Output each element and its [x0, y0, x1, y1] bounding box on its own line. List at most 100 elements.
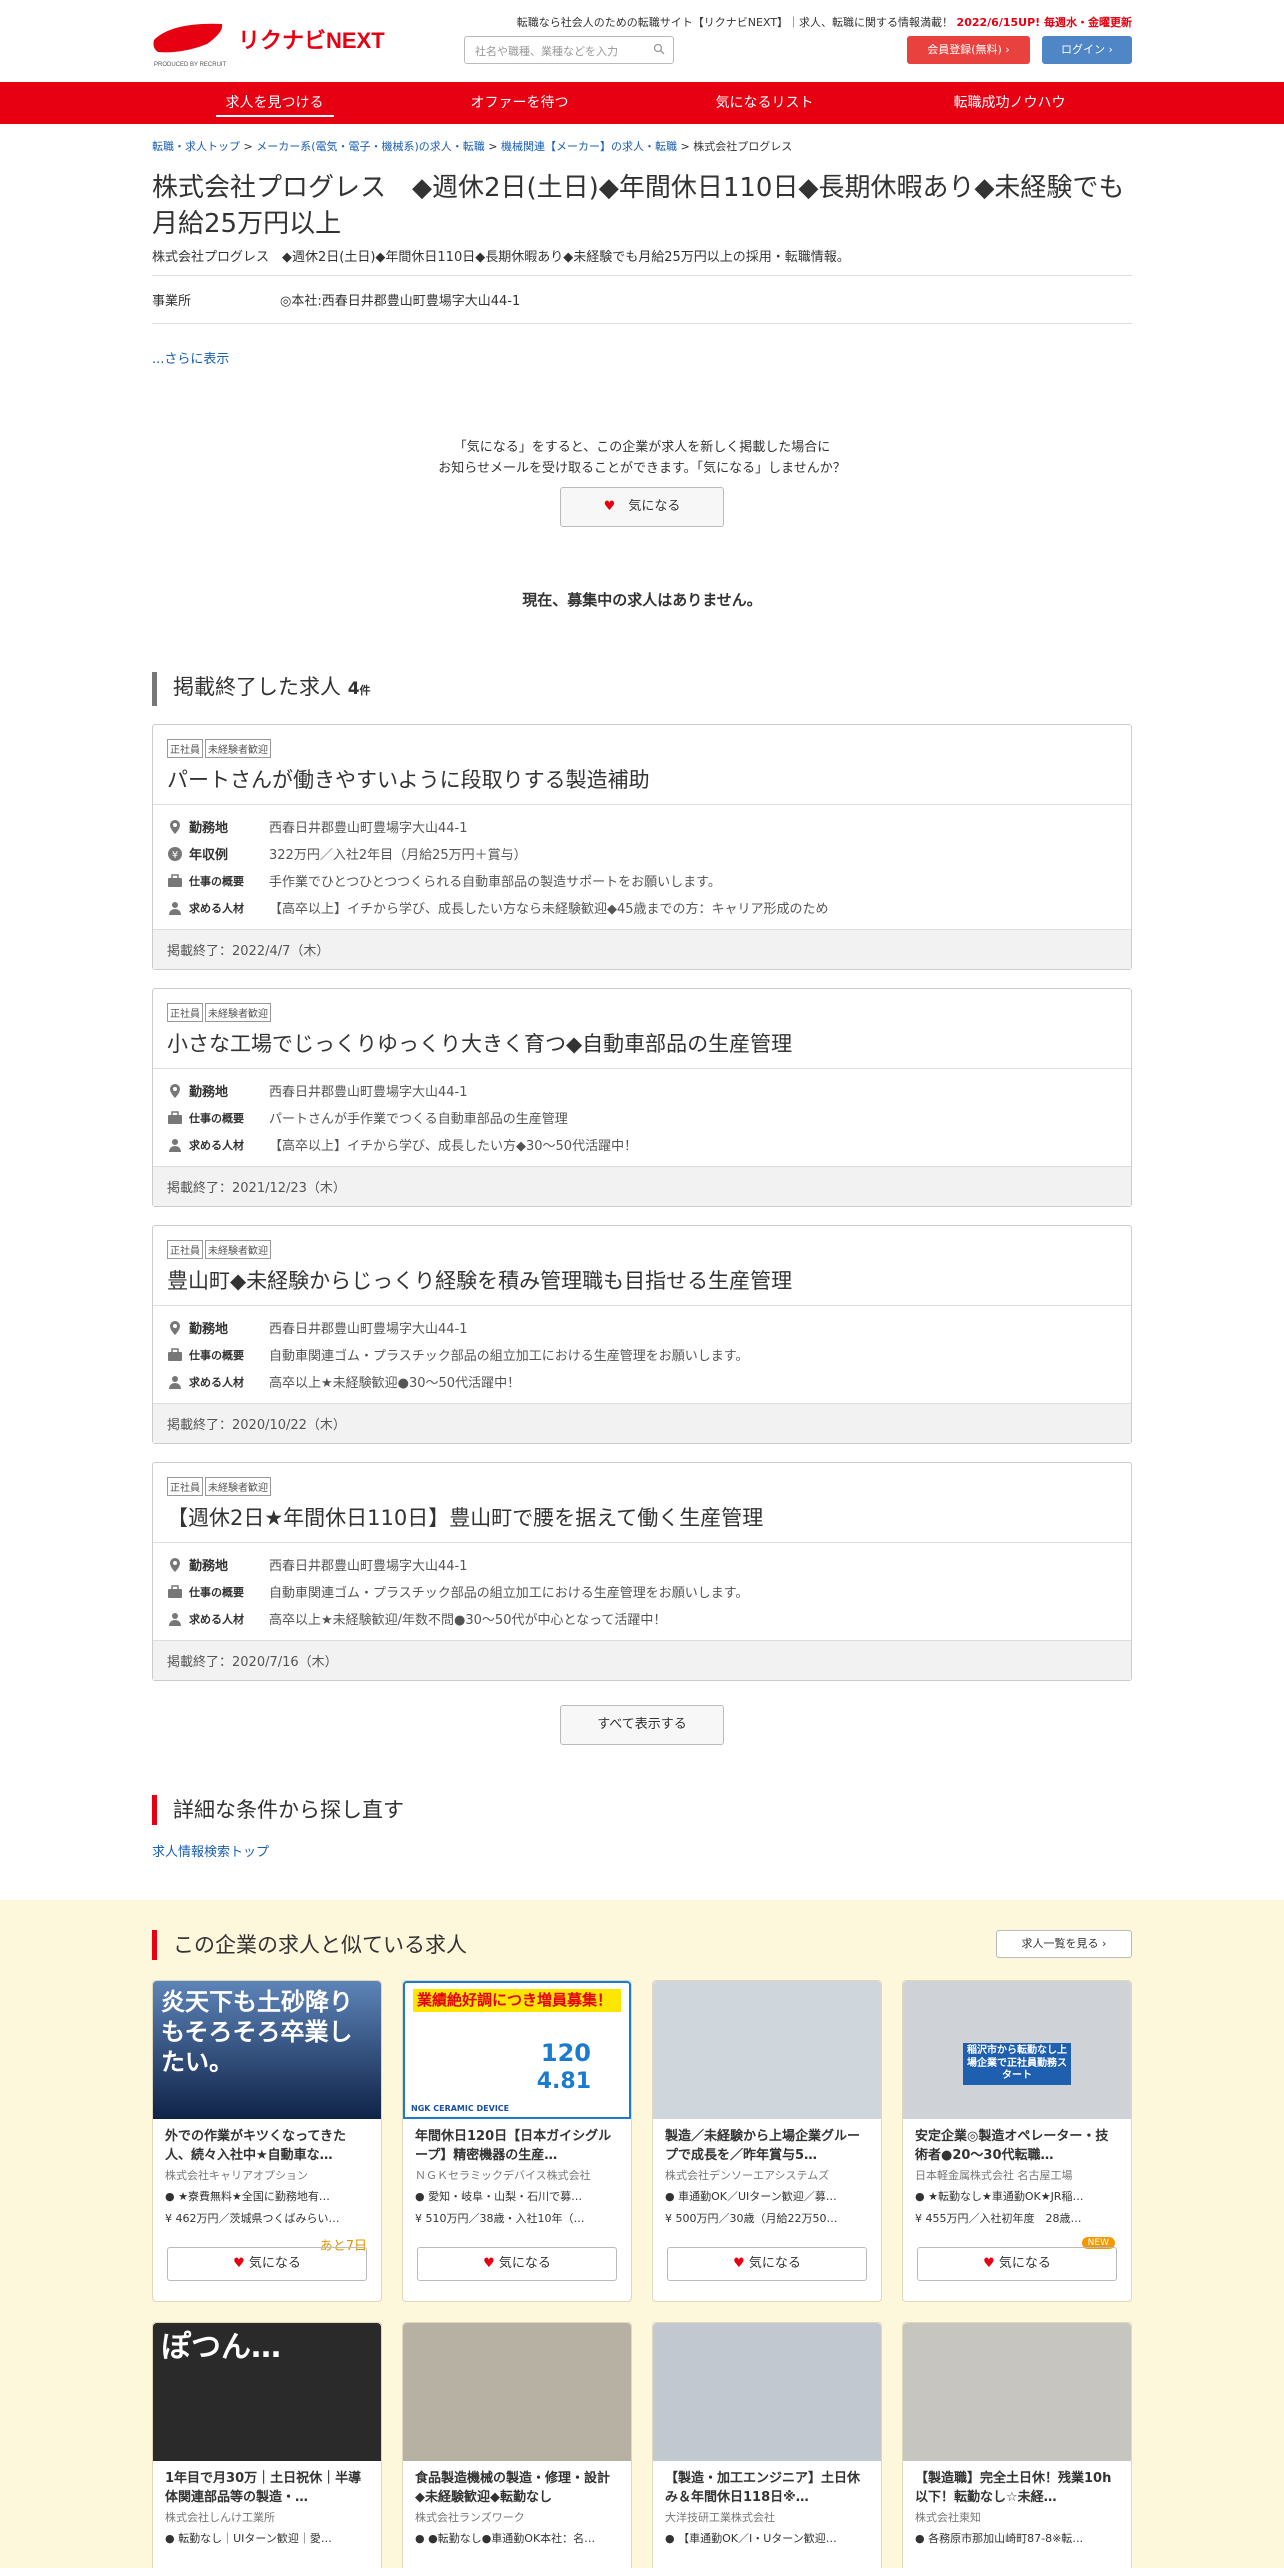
no-jobs-message: 現在、募集中の求人はありません。 — [522, 591, 762, 609]
briefcase-icon — [167, 873, 183, 889]
similar-job-card[interactable]: 業績絶好調につき増員募集！ 120 4.81 NGK CERAMIC DEVICE 年間… — [402, 1980, 632, 2302]
breadcrumb-top[interactable]: 転職・求人トップ — [152, 140, 240, 153]
similar-job-title[interactable]: 外での作業がキツくなってきた人、続々入社中★自動車な… — [153, 2119, 381, 2165]
job-info-label: 仕事の概要 — [189, 874, 244, 888]
photo-caption: ぽつん… — [161, 2330, 281, 2365]
briefcase-icon — [167, 1584, 183, 1600]
nav-wait-offers[interactable]: オファーを待つ — [397, 82, 642, 124]
favorite-button[interactable]: ♥ 気になる — [560, 487, 724, 527]
similar-job-card[interactable]: 食品製造機械の製造・修理・設計◆未経験歓迎◆転勤なし 株式会社ランズワーク ● ●転… — [402, 2322, 632, 2568]
similar-job-card[interactable]: 製造／未経験から上場企業グループで成長を／昨年賞与5… 株式会社デンソーエアシステ… — [652, 1980, 882, 2302]
favorite-button[interactable]: ♥ 気になる — [167, 2247, 367, 2281]
similar-job-title[interactable]: 食品製造機械の製造・修理・設計◆未経験歓迎◆転勤なし — [403, 2461, 631, 2507]
job-info-value: 高卒以上★未経験歓迎/年数不問●30～50代が中心となって活躍中！ — [269, 1613, 667, 1628]
similar-company: 株式会社しんけ工業所 — [165, 2511, 275, 2524]
similar-salary: ¥ 455万円／入社初年度 28歳… — [903, 2207, 1131, 2229]
job-end-date: 掲載終了：2020/10/22（木） — [153, 1403, 1131, 1443]
search-placeholder: 社名や職種、業種などを入力 — [475, 45, 618, 58]
similar-job-card[interactable]: 【製造職】完全土日休！残業10h以下！転勤なし☆未経… 株式会社東知 ● 各務原市那… — [902, 2322, 1132, 2568]
job-title[interactable]: パートさんが働きやすいように段取りする製造補助 — [167, 764, 1117, 794]
job-info-label: 求める人材 — [189, 1375, 244, 1389]
similar-job-title[interactable]: 【製造職】完全土日休！残業10h以下！転勤なし☆未経… — [903, 2461, 1131, 2507]
rikunabi-logo[interactable]: リクナビNEXT PRODUCED BY RECRUIT — [152, 18, 392, 70]
ended-job-card[interactable]: 正社員 未経験者歓迎 豊山町◆未経験からじっくり経験を積み管理職も目指せる生産管理勤… — [152, 1225, 1132, 1444]
breadcrumb-machine[interactable]: 機械関連【メーカー】の求人・転職 — [501, 140, 677, 153]
search-icon[interactable] — [653, 43, 665, 55]
location-pin-icon: ● — [415, 2532, 429, 2545]
similar-job-title[interactable]: 年間休日120日【日本ガイシグループ】精密機器の生産… — [403, 2119, 631, 2165]
similar-job-card[interactable]: ぽつん… 1年目で月30万｜土日祝休｜半導体関連部品等の製造・… 株式会社しんけ工業… — [152, 2322, 382, 2568]
job-tag: 正社員 — [167, 739, 203, 758]
similar-company: ＮＧＫセラミックデバイス株式会社 — [415, 2169, 591, 2182]
similar-job-card[interactable]: 【製造・加工エンジニア】土日休み＆年間休日118日※… 大洋技研工業株式会社 ● 【… — [652, 2322, 882, 2568]
briefcase-icon — [167, 1347, 183, 1363]
holiday-count: 120 — [540, 2039, 591, 2067]
similar-job-title[interactable]: 1年目で月30万｜土日祝休｜半導体関連部品等の製造・… — [153, 2461, 381, 2507]
similar-company: 大洋技研工業株式会社 — [665, 2511, 775, 2524]
person-icon — [167, 900, 183, 916]
similar-location-value: 転勤なし｜UIターン歓迎｜愛… — [178, 2532, 332, 2545]
register-button[interactable]: 会員登録(無料) › — [907, 36, 1030, 64]
bonus-months: 4.81 — [536, 2069, 591, 2094]
location-pin-icon — [167, 1320, 183, 1336]
job-info-value: 自動車関連ゴム・プラスチック部品の組立加工における生産管理をお願いします。 — [269, 1349, 749, 1364]
job-card-header: 正社員 未経験者歓迎【週休2日★年間休日110日】豊山町で腰を据えて働く生産管理 — [153, 1463, 1131, 1543]
job-info-value: 【高卒以上】イチから学び、成長したい方なら未経験歓迎◆45歳までの方：キャリア形… — [269, 902, 829, 917]
similar-location-value: 各務原市那加山崎町87-8※転… — [928, 2532, 1084, 2545]
person-icon — [167, 1611, 183, 1627]
favorite-button[interactable]: ♥ 気になる — [917, 2247, 1117, 2281]
job-tag: 未経験者歓迎 — [205, 1240, 271, 1259]
ended-job-card[interactable]: 正社員 未経験者歓迎 パートさんが働きやすいように段取りする製造補助 勤務地 西春日井郡… — [152, 724, 1132, 970]
job-photo — [903, 2323, 1131, 2461]
search-top-link[interactable]: 求人情報検索トップ — [152, 1841, 1132, 1860]
breadcrumb: 転職・求人トップ > メーカー系(電気・電子・機械系)の求人・転職 > 機械関連… — [152, 140, 793, 153]
job-title[interactable]: 【週休2日★年間休日110日】豊山町で腰を据えて働く生産管理 — [167, 1502, 1117, 1532]
favorite-button[interactable]: ♥ 気になる — [667, 2247, 867, 2281]
job-info-label: 求める人材 — [189, 901, 244, 915]
ended-job-card[interactable]: 正社員 未経験者歓迎 小さな工場でじっくりゆっくり大きく育つ◆自動車部品の生産管理勤… — [152, 988, 1132, 1207]
similar-job-title[interactable]: 【製造・加工エンジニア】土日休み＆年間休日118日※… — [653, 2461, 881, 2507]
nav-favorites-list[interactable]: 気になるリスト — [642, 82, 887, 124]
search-input[interactable]: 社名や職種、業種などを入力 — [464, 36, 674, 64]
job-photo: 業績絶好調につき増員募集！ 120 4.81 NGK CERAMIC DEVICE — [403, 1981, 631, 2119]
breadcrumb-maker[interactable]: メーカー系(電気・電子・機械系)の求人・転職 — [256, 140, 485, 153]
briefcase-icon — [167, 1110, 183, 1126]
location-pin-icon: ● — [415, 2190, 429, 2203]
similar-location-value: ★転勤なし★車通勤OK★JR稲… — [928, 2190, 1084, 2203]
job-card-header: 正社員 未経験者歓迎 小さな工場でじっくりゆっくり大きく育つ◆自動車部品の生産管理 — [153, 989, 1131, 1069]
job-list-link[interactable]: 求人一覧を見る › — [996, 1930, 1132, 1958]
ended-job-card[interactable]: 正社員 未経験者歓迎【週休2日★年間休日110日】豊山町で腰を据えて働く生産管理勤… — [152, 1462, 1132, 1681]
show-all-button[interactable]: すべて表示する — [560, 1705, 724, 1745]
job-end-date: 掲載終了：2020/7/16（木） — [153, 1640, 1131, 1680]
heart-icon: ♥ — [483, 2256, 499, 2271]
similar-location: ● 各務原市那加山崎町87-8※転… — [903, 2527, 1131, 2549]
similar-job-title[interactable]: 安定企業◎製造オペレーター・技術者●20～30代転職… — [903, 2119, 1131, 2165]
photo-caption: 業績絶好調につき増員募集！ — [413, 1989, 621, 2012]
site-header: リクナビNEXT PRODUCED BY RECRUIT 転職なら社会人のための… — [0, 0, 1284, 82]
similar-location-value: 愛知・岐阜・山梨・石川で募… — [428, 2190, 583, 2203]
login-button[interactable]: ログイン › — [1042, 36, 1132, 64]
job-tag: 未経験者歓迎 — [205, 1477, 271, 1496]
heart-icon: ♥ — [733, 2256, 749, 2271]
job-info-label: 勤務地 — [189, 1085, 229, 1100]
job-photo: 炎天下も土砂降りもそろそろ卒業したい。 — [153, 1981, 381, 2119]
favorite-button[interactable]: ♥ 気になる — [417, 2247, 617, 2281]
job-info-value: 自動車関連ゴム・プラスチック部品の組立加工における生産管理をお願いします。 — [269, 1586, 749, 1601]
similar-company: 株式会社ランズワーク — [415, 2511, 525, 2524]
location-pin-icon — [167, 819, 183, 835]
job-tag: 正社員 — [167, 1477, 203, 1496]
job-title[interactable]: 小さな工場でじっくりゆっくり大きく育つ◆自動車部品の生産管理 — [167, 1028, 1117, 1058]
similar-job-card[interactable]: 稲沢市から転勤なし上場企業で正社員勤務スタート 安定企業◎製造オペレーター・技術者… — [902, 1980, 1132, 2302]
yen-icon: ¥ — [915, 2212, 926, 2225]
job-info-row: 勤務地 西春日井郡豊山町豊場字大山44-1 — [167, 1555, 1117, 1574]
job-photo — [653, 2323, 881, 2461]
similar-salary-value: 462万円／茨城県つくばみらい… — [175, 2212, 340, 2225]
nav-find-jobs[interactable]: 求人を見つける — [152, 82, 397, 124]
job-info-value: 高卒以上★未経験歓迎●30～50代活躍中！ — [269, 1376, 521, 1391]
similar-job-card[interactable]: 炎天下も土砂降りもそろそろ卒業したい。 外での作業がキツくなってきた人、続々入社中… — [152, 1980, 382, 2302]
similar-salary-value: 510万円／38歳・入社10年（… — [425, 2212, 585, 2225]
nav-success-knowhow[interactable]: 転職成功ノウハウ — [887, 82, 1132, 124]
show-more-link[interactable]: ...さらに表示 — [152, 348, 1132, 367]
similar-job-title[interactable]: 製造／未経験から上場企業グループで成長を／昨年賞与5… — [653, 2119, 881, 2165]
job-title[interactable]: 豊山町◆未経験からじっくり経験を積み管理職も目指せる生産管理 — [167, 1265, 1117, 1295]
